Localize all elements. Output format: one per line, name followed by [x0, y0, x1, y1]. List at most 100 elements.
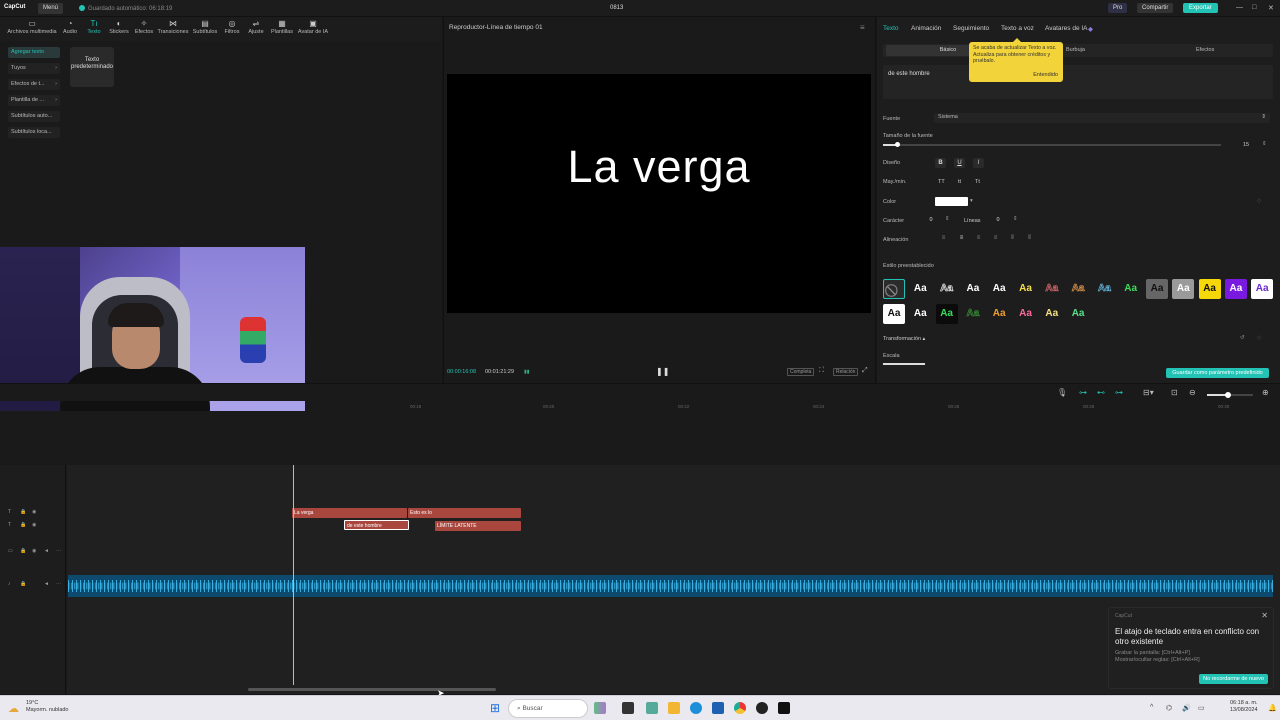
preset-style-chip[interactable]: Aa — [909, 279, 932, 299]
tool-effects[interactable]: ✧ Efectos — [133, 19, 155, 35]
video-preview[interactable]: La verga — [447, 74, 871, 313]
keyframe-icon[interactable]: ◇ — [1257, 335, 1261, 341]
mute-icon[interactable]: ◄ — [44, 581, 49, 587]
fullscreen-crop-icon[interactable]: ⛶ — [819, 367, 824, 375]
tool-stickers[interactable]: ◐ Stickers — [107, 19, 131, 35]
taskbar-search[interactable]: ⌕ Buscar — [508, 699, 588, 718]
close-icon[interactable]: ✕ — [1261, 611, 1268, 620]
preset-style-chip[interactable]: Aa — [935, 304, 958, 324]
sidebar-item-yours[interactable]: Tuyos › — [8, 63, 60, 74]
reset-icon[interactable]: ↺ — [1240, 335, 1245, 341]
preset-style-chip[interactable]: Aa — [1040, 279, 1063, 299]
tray-chevron-icon[interactable]: ^ — [1150, 704, 1153, 711]
align-center-icon[interactable]: ≡ — [957, 235, 966, 243]
tab-text-to-speech[interactable]: Texto a voz — [1001, 25, 1034, 32]
capcut-taskbar-icon[interactable] — [778, 702, 790, 714]
edge-icon[interactable] — [690, 702, 702, 714]
tooltip-ok-button[interactable]: Entendido — [1033, 72, 1058, 79]
timeline-scrollbar[interactable] — [248, 688, 496, 691]
preset-style-chip[interactable]: Aa — [961, 304, 984, 324]
font-size-slider[interactable] — [883, 144, 1221, 146]
minimize-icon[interactable]: — — [1236, 4, 1243, 11]
align-justify-icon[interactable]: ≡ — [991, 235, 1000, 243]
zoom-in-icon[interactable]: ⊕ — [1262, 388, 1269, 397]
pause-icon[interactable]: ❚❚ — [656, 367, 669, 376]
save-preset-button[interactable]: Guardar como parámetro predefinido — [1166, 368, 1269, 378]
close-icon[interactable]: ✕ — [1268, 4, 1274, 12]
preset-style-chip[interactable]: Aa — [988, 279, 1011, 299]
subtab-bubble[interactable]: Burbuja — [1066, 47, 1085, 53]
default-text-card[interactable]: Texto predeterminado — [70, 47, 114, 87]
case-upper-button[interactable]: TT — [938, 179, 945, 185]
tab-ai-avatars[interactable]: Avatares de IA — [1045, 25, 1088, 32]
line-spacing-input[interactable]: 0 — [988, 217, 1008, 226]
align-left-icon[interactable]: ≡ — [939, 235, 948, 243]
tab-text[interactable]: Texto — [883, 25, 899, 32]
char-spacing-input[interactable]: 0 — [921, 217, 941, 226]
lock-icon[interactable]: 🔒 — [20, 522, 26, 528]
stepper-icon[interactable]: ⇕ — [1013, 216, 1018, 222]
lock-icon[interactable]: 🔒 — [20, 548, 26, 554]
tab-tracking[interactable]: Seguimiento — [953, 25, 989, 32]
underline-button[interactable]: U — [954, 158, 965, 168]
share-button[interactable]: Compartir — [1137, 3, 1174, 13]
tool-transitions[interactable]: ⋈ Transiciones — [157, 19, 189, 35]
export-button[interactable]: Exportar — [1183, 3, 1218, 13]
italic-button[interactable]: I — [973, 158, 984, 168]
tool-templates[interactable]: ▦ Plantillas — [269, 19, 295, 35]
font-select[interactable]: Sistema ⇕ — [934, 113, 1270, 123]
task-view-icon[interactable] — [622, 702, 634, 714]
case-title-button[interactable]: Tt — [975, 179, 980, 185]
preset-style-chip[interactable]: Aa — [1119, 279, 1142, 299]
selected-text-clip[interactable]: de este hombre — [344, 520, 409, 530]
store-icon[interactable] — [712, 702, 724, 714]
volume-icon[interactable]: 🔊 — [1182, 704, 1191, 712]
caption-icon[interactable]: ⊡ — [1171, 388, 1178, 397]
preset-style-chip[interactable]: Aa — [1014, 304, 1037, 324]
more-icon[interactable]: ⋯ — [56, 581, 61, 587]
fit-button[interactable]: Completa — [787, 368, 815, 376]
tool-subtitles[interactable]: ▤ Subtítulos — [191, 19, 219, 35]
preset-style-chip[interactable]: Aa — [1093, 279, 1116, 299]
bold-button[interactable]: B — [935, 158, 946, 168]
preset-style-chip[interactable]: Aa — [1224, 279, 1247, 299]
align-right-icon[interactable]: ≡ — [974, 235, 983, 243]
preset-style-chip[interactable]: Aa — [935, 279, 958, 299]
tool-audio[interactable]: ◔ Audio — [60, 19, 80, 35]
playhead[interactable] — [293, 465, 294, 685]
preset-style-chip[interactable]: Aa — [1040, 304, 1063, 324]
split-icon[interactable]: ⊟▾ — [1143, 388, 1154, 397]
subtab-effects[interactable]: Efectos — [1196, 47, 1214, 53]
mute-icon[interactable]: ◄ — [44, 548, 49, 554]
audio-clip[interactable] — [68, 575, 1273, 597]
keyframe-icon[interactable]: ◇ — [1257, 198, 1261, 204]
expand-icon[interactable]: ⤢ — [862, 367, 868, 375]
sidebar-item-templates[interactable]: Plantilla de ... › — [8, 95, 60, 106]
copilot-icon[interactable] — [646, 702, 658, 714]
stepper-icon[interactable]: ⇕ — [945, 216, 950, 222]
file-explorer-icon[interactable] — [668, 702, 680, 714]
lock-icon[interactable]: 🔒 — [20, 509, 26, 515]
scale-slider[interactable] — [883, 363, 925, 365]
chevron-down-icon[interactable]: ▾ — [970, 198, 973, 204]
dont-remind-button[interactable]: No recordarme de nuevo — [1199, 674, 1268, 684]
preset-style-chip[interactable]: Aa — [909, 304, 932, 324]
widgets-icon[interactable] — [594, 702, 606, 714]
link-icon[interactable]: ⊷ — [1097, 388, 1105, 397]
text-content-input[interactable]: de este hombre — [883, 65, 1273, 99]
ratio-button[interactable]: Relación — [833, 368, 859, 376]
preview-axis-icon[interactable]: ⊶ — [1115, 388, 1123, 397]
sidebar-item-text-effects[interactable]: Efectos de t... › — [8, 79, 60, 90]
preset-style-chip[interactable]: Aa — [1014, 279, 1037, 299]
more-icon[interactable]: ⋯ — [56, 548, 61, 554]
preset-style-chip[interactable]: Aa — [988, 304, 1011, 324]
timeline-zoom-knob[interactable] — [1225, 392, 1231, 398]
eye-icon[interactable]: ◉ — [32, 548, 36, 554]
sidebar-item-add-text[interactable]: Agregar texto — [8, 47, 60, 58]
notification-bell-icon[interactable]: 🔔 — [1268, 704, 1277, 712]
tool-media[interactable]: ▭ Archivos multimedia — [6, 19, 58, 35]
vertical-align-top-icon[interactable]: ⦀ — [1008, 235, 1017, 243]
vertical-align-middle-icon[interactable]: ⦀ — [1025, 235, 1034, 243]
menu-button[interactable]: Menú — [38, 3, 64, 14]
preset-style-chip[interactable]: Aa — [1146, 279, 1168, 299]
